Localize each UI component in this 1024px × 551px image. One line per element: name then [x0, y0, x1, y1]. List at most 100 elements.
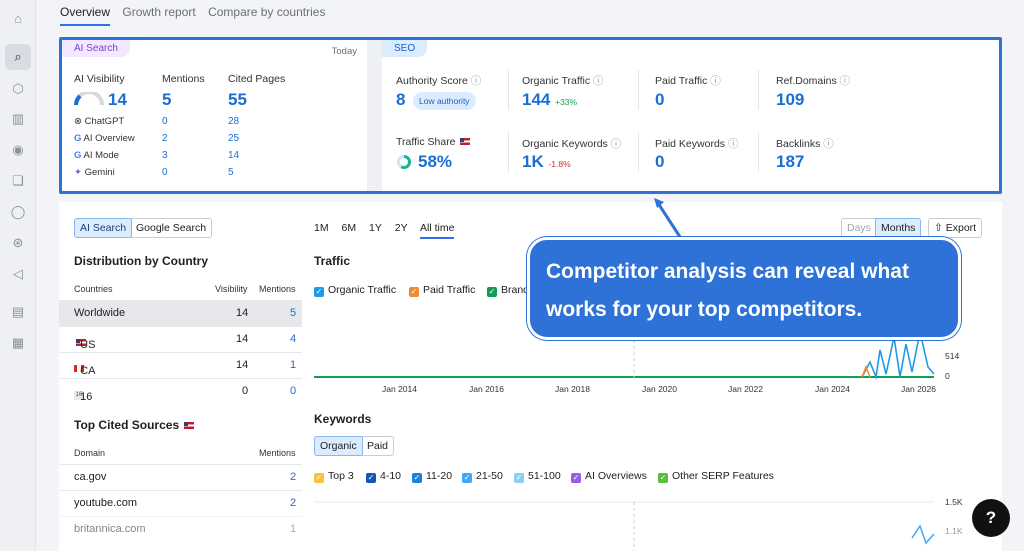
- today-label: Today: [331, 46, 357, 57]
- authority-score-value[interactable]: 8: [396, 90, 405, 110]
- tab-overview[interactable]: Overview: [60, 5, 111, 26]
- table-row[interactable]: US 14 4: [59, 326, 302, 352]
- ai-search-summary: AI Search Today AI Visibility Mentions C…: [62, 40, 367, 191]
- divider: [758, 132, 759, 172]
- gemini-icon: ✦: [74, 167, 82, 178]
- 21-50-checkbox[interactable]: ✓ 21-50: [462, 470, 503, 483]
- ai-search-toggle[interactable]: AI Search: [74, 218, 133, 238]
- google-search-toggle[interactable]: Google Search: [131, 218, 213, 238]
- cited-pages-value[interactable]: 55: [228, 90, 247, 110]
- domain-header: Domain: [74, 448, 106, 458]
- location-icon[interactable]: ◉: [9, 141, 27, 159]
- 11-20-checkbox[interactable]: ✓ 11-20: [412, 470, 452, 483]
- info-icon: ⓘ: [727, 138, 739, 150]
- organic-toggle[interactable]: Organic: [314, 436, 363, 456]
- gemini-mentions[interactable]: 0: [162, 167, 168, 178]
- ai-overviews-checkbox[interactable]: ✓ AI Overviews: [571, 470, 647, 483]
- months-toggle[interactable]: Months: [875, 218, 922, 238]
- x-tick: Jan 2020: [642, 384, 677, 394]
- chat-icon[interactable]: ◯: [9, 203, 27, 221]
- divider: [508, 132, 509, 172]
- help-button[interactable]: ?: [972, 499, 1010, 537]
- backlinks-value[interactable]: 187: [776, 152, 804, 172]
- export-icon: ⇧: [934, 222, 943, 234]
- x-tick: Jan 2014: [382, 384, 417, 394]
- range-2y[interactable]: 2Y: [395, 222, 408, 234]
- ai-mode-cited[interactable]: 14: [228, 150, 239, 161]
- chatgpt-icon: ⊗: [74, 116, 82, 127]
- tab-compare-by-countries[interactable]: Compare by countries: [208, 5, 325, 19]
- ai-overview-mentions[interactable]: 2: [162, 133, 168, 144]
- tab-growth-report[interactable]: Growth report: [122, 5, 195, 19]
- paid-keywords-value[interactable]: 0: [655, 152, 664, 172]
- ai-visibility-label: AI Visibility: [74, 73, 125, 85]
- days-toggle[interactable]: Days: [841, 218, 877, 238]
- paid-toggle[interactable]: Paid: [362, 436, 395, 456]
- paid-traffic-checkbox[interactable]: ✓ Paid Traffic: [409, 284, 475, 297]
- authority-score-label: Authority Score ⓘ: [396, 75, 482, 87]
- range-all-time[interactable]: All time: [419, 222, 455, 239]
- ai-visibility-value[interactable]: 14: [108, 90, 127, 110]
- chatgpt-mentions[interactable]: 0: [162, 116, 168, 127]
- report-icon[interactable]: ▤: [9, 303, 27, 321]
- distribution-title: Distribution by Country: [74, 254, 208, 268]
- 51-100-checkbox[interactable]: ✓ 51-100: [514, 470, 561, 483]
- apps-grid-icon[interactable]: ▦: [9, 334, 27, 352]
- seo-summary: SEO Authority Score ⓘ 8 Low authority Or…: [382, 40, 999, 191]
- bar-chart-icon[interactable]: ▥: [9, 110, 27, 128]
- table-row[interactable]: britannica.com 1: [59, 516, 302, 542]
- visibility-gauge-icon: [74, 92, 104, 106]
- table-row[interactable]: 16 16 0 0: [59, 378, 302, 404]
- organic-traffic-checkbox[interactable]: ✓ Organic Traffic: [314, 284, 396, 297]
- callout-line-1: Competitor analysis can reveal what: [546, 260, 909, 283]
- traffic-share-value[interactable]: 58%: [418, 152, 452, 172]
- divider: [638, 70, 639, 110]
- divider: [508, 70, 509, 110]
- gemini-row: ✦ Gemini: [74, 167, 115, 178]
- panel-divider: [367, 40, 382, 191]
- range-6m[interactable]: 6M: [342, 222, 357, 234]
- ref-domains-label: Ref.Domains ⓘ: [776, 75, 851, 87]
- info-icon: ⓘ: [610, 138, 622, 150]
- chatgpt-cited[interactable]: 28: [228, 116, 239, 127]
- info-icon: ⓘ: [470, 75, 482, 87]
- home-icon[interactable]: ⌂: [9, 10, 27, 28]
- ai-overview-row: G AI Overview: [74, 133, 135, 144]
- range-1y[interactable]: 1Y: [369, 222, 382, 234]
- pages-icon[interactable]: ❏: [9, 172, 27, 190]
- ref-domains-value[interactable]: 109: [776, 90, 804, 110]
- other-serp-features-checkbox[interactable]: ✓ Other SERP Features: [658, 470, 774, 483]
- export-button[interactable]: ⇧ Export: [928, 218, 983, 238]
- mentions-label: Mentions: [162, 73, 205, 85]
- cube-icon[interactable]: ⬡: [9, 80, 27, 98]
- callout-pointer: [653, 198, 685, 242]
- table-row[interactable]: youtube.com 2: [59, 490, 302, 516]
- y-tick: 0: [945, 371, 950, 381]
- megaphone-icon[interactable]: ◁: [9, 265, 27, 283]
- table-row[interactable]: CA 14 1: [59, 352, 302, 378]
- paid-keywords-label: Paid Keywords ⓘ: [655, 138, 739, 150]
- mentions-value[interactable]: 5: [162, 90, 171, 110]
- table-row[interactable]: Worldwide 14 5: [59, 300, 302, 326]
- organic-traffic-value[interactable]: 144 +33%: [522, 90, 577, 110]
- keywords-chart[interactable]: [314, 498, 994, 551]
- y-tick: 1.1K: [945, 526, 963, 536]
- ai-overview-cited[interactable]: 25: [228, 133, 239, 144]
- visibility-header: Visibility: [215, 284, 248, 294]
- table-row[interactable]: ca.gov 2: [59, 464, 302, 490]
- search-analysis-icon[interactable]: ⌕: [5, 44, 31, 70]
- paid-traffic-value[interactable]: 0: [655, 90, 664, 110]
- keywords-title: Keywords: [314, 412, 372, 426]
- 4-10-checkbox[interactable]: ✓ 4-10: [366, 470, 401, 483]
- x-tick: Jan 2026: [901, 384, 936, 394]
- gemini-cited[interactable]: 5: [228, 167, 234, 178]
- google-icon: G: [74, 150, 82, 161]
- brand-checkbox[interactable]: ✓ Brand: [487, 284, 529, 297]
- top-3-checkbox[interactable]: ✓ Top 3: [314, 470, 354, 483]
- ai-search-icon[interactable]: ⊛: [9, 234, 27, 252]
- range-1m[interactable]: 1M: [314, 222, 329, 234]
- backlinks-label: Backlinks ⓘ: [776, 138, 834, 150]
- ai-mode-mentions[interactable]: 3: [162, 150, 168, 161]
- time-range-selector: 1M 6M 1Y 2Y All time: [314, 222, 455, 239]
- organic-keywords-value[interactable]: 1K -1.8%: [522, 152, 571, 172]
